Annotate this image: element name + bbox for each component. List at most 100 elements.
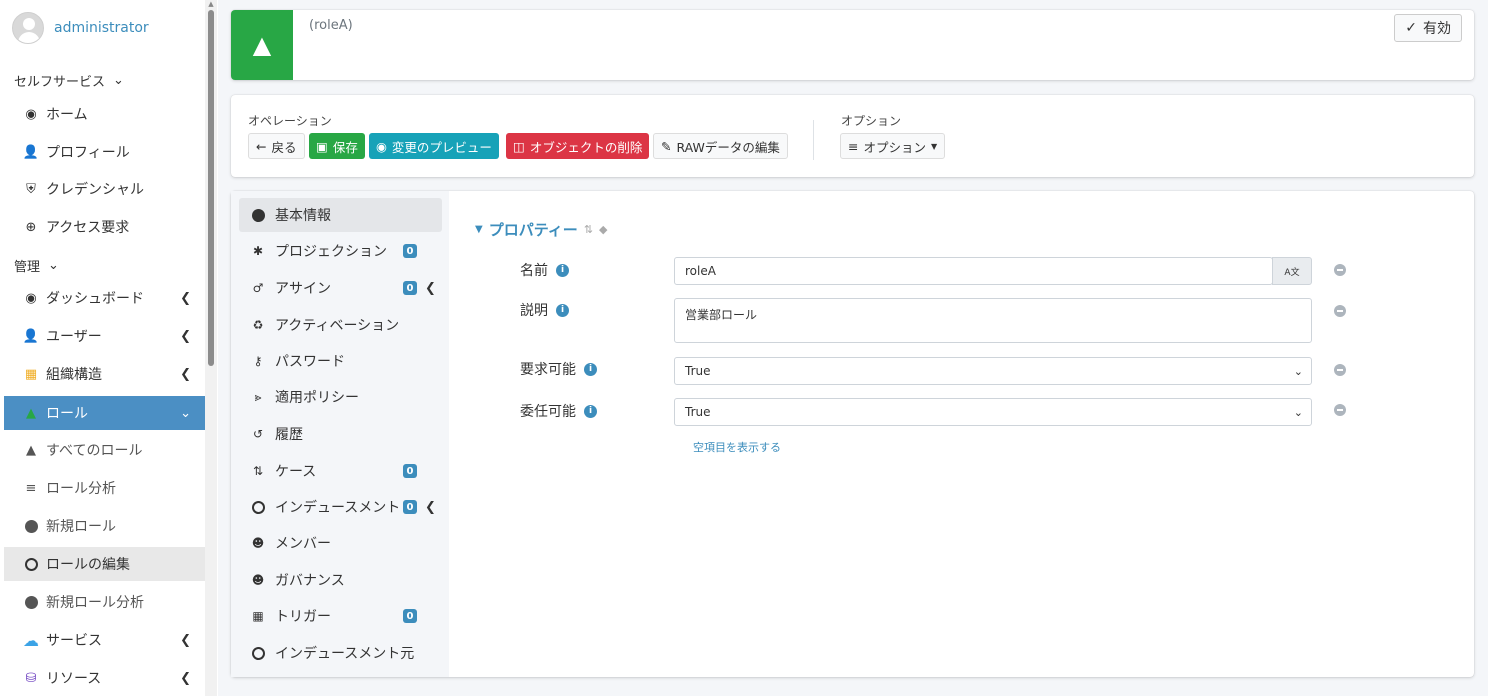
circle-icon — [24, 557, 38, 571]
sidebar-item-role-analysis[interactable]: ≡ ロール分析 — [4, 471, 205, 505]
sidebar-item-profile[interactable]: 👤 プロフィール — [4, 135, 205, 169]
tab-label: ケース — [275, 464, 317, 480]
object-header-card: ▲ (roleA) ✓ 有効 — [231, 10, 1474, 80]
tab-basic[interactable]: 基本情報 — [239, 198, 442, 232]
requestable-label: 要求可能 i — [520, 359, 597, 379]
sidebar-item-credentials[interactable]: ⛨ クレデンシャル — [4, 172, 205, 206]
tab-assignments[interactable]: ♂ アサイン 0 ❮ — [239, 271, 442, 305]
save-button[interactable]: ▣ 保存 — [309, 133, 365, 159]
delegable-select[interactable]: True ⌄ — [674, 398, 1312, 426]
users-icon: ☻ — [251, 573, 265, 587]
role-icon: ▲ — [231, 10, 293, 80]
show-empty-link[interactable]: 空項目を表示する — [693, 439, 781, 455]
sidebar-item-access-request[interactable]: ⊕ アクセス要求 — [4, 210, 205, 244]
remove-icon[interactable] — [1334, 264, 1346, 276]
chevron-down-icon: ⌄ — [48, 258, 59, 273]
user-icon: 👤 — [22, 144, 40, 160]
chevron-left-icon: ❮ — [425, 499, 436, 515]
back-label: 戻る — [271, 139, 297, 155]
remove-icon[interactable] — [1334, 305, 1346, 317]
sidebar-item-label: 新規ロール — [46, 519, 116, 535]
tab-inducements[interactable]: インデュースメント 0 ❮ — [239, 490, 442, 524]
sidebar-item-edit-role[interactable]: ロールの編集 — [4, 547, 205, 581]
circle-filled-icon — [251, 208, 265, 222]
sidebar-item-roles[interactable]: ▲ ロール ⌄ — [4, 396, 205, 430]
sidebar-item-services[interactable]: ☁ サービス ❮ — [4, 623, 205, 657]
delegable-label: 委任可能 i — [520, 401, 597, 421]
info-icon[interactable]: i — [556, 263, 569, 277]
sidebar-item-all-roles[interactable]: ▲ すべてのロール — [4, 433, 205, 467]
check-icon: ✓ — [1405, 20, 1417, 36]
plus-circle-icon — [24, 519, 38, 533]
dashboard-icon: ◉ — [25, 106, 37, 122]
tab-history[interactable]: ↺ 履歴 — [239, 417, 442, 451]
edit-raw-button[interactable]: ✎ RAWデータの編集 — [653, 133, 788, 159]
sort-icon[interactable]: ⇅ — [584, 223, 593, 236]
sidebar-item-home[interactable]: ◉ ホーム — [4, 97, 205, 131]
chevron-left-icon: ❮ — [180, 328, 191, 344]
sidebar-item-resources[interactable]: ⛁ リソース ❮ — [4, 661, 205, 695]
translate-icon[interactable]: A文 — [1272, 257, 1312, 285]
description-label: 説明 i — [520, 300, 569, 320]
tab-induced-by[interactable]: インデュースメント元 — [239, 636, 442, 670]
requestable-select[interactable]: True ⌄ — [674, 357, 1312, 385]
sidebar-item-users[interactable]: 👤 ユーザー ❮ — [4, 319, 205, 353]
info-icon[interactable]: i — [556, 303, 569, 317]
tab-activation[interactable]: ♻ アクティベーション — [239, 308, 442, 342]
delegable-value: True — [685, 405, 711, 419]
scroll-up-icon[interactable]: ▲ — [207, 0, 215, 8]
sidebar-item-dashboard[interactable]: ◉ ダッシュボード ❮ — [4, 281, 205, 315]
self-service-header-label: セルフサービス — [14, 75, 106, 90]
back-button[interactable]: ← 戻る — [248, 133, 305, 159]
caret-down-icon: ▼ — [931, 141, 938, 151]
tab-governance[interactable]: ☻ ガバナンス — [239, 563, 442, 597]
sidebar-item-new-role[interactable]: 新規ロール — [4, 509, 205, 543]
details-card: 基本情報 ✱ プロジェクション 0 ♂ アサイン 0 ❮ ♻ アクティベーション… — [231, 191, 1474, 677]
tab-members[interactable]: ☻ メンバー — [239, 526, 442, 560]
sidebar-item-label: アクセス要求 — [46, 220, 130, 236]
divider — [813, 120, 814, 160]
tab-label: インデュースメント元 — [275, 646, 415, 662]
delete-button[interactable]: ◫ オブジェクトの削除 — [506, 133, 650, 159]
field-label-text: 名前 — [520, 263, 548, 279]
tab-label: 適用ポリシー — [275, 390, 359, 406]
sidebar-item-new-role-analysis[interactable]: 新規ロール分析 — [4, 585, 205, 619]
sidebar-scrollbar[interactable]: ▲ — [205, 0, 217, 696]
chevron-down-icon: ⌄ — [1293, 364, 1303, 378]
tab-password[interactable]: ⚷ パスワード — [239, 344, 442, 378]
admin-header-label: 管理 — [14, 260, 41, 275]
scroll-thumb[interactable] — [208, 10, 214, 366]
tab-label: 基本情報 — [275, 208, 331, 224]
chevron-down-icon: ⌄ — [113, 73, 124, 88]
circle-icon — [251, 500, 265, 514]
description-textarea[interactable]: 営業部ロール — [674, 298, 1312, 343]
person-icon: ✱ — [252, 244, 264, 258]
count-badge: 0 — [403, 500, 417, 514]
admin-header[interactable]: 管理 ⌄ — [14, 256, 59, 275]
info-icon[interactable]: i — [584, 362, 597, 376]
tab-cases[interactable]: ⇅ ケース 0 — [239, 454, 442, 488]
circle-icon — [251, 646, 265, 660]
remove-icon[interactable] — [1334, 404, 1346, 416]
chevron-left-icon: ❮ — [180, 670, 191, 686]
sidebar-item-org[interactable]: ▦ 組織構造 ❮ — [4, 357, 205, 391]
self-service-header[interactable]: セルフサービス ⌄ — [14, 71, 124, 90]
user-name[interactable]: administrator — [54, 20, 149, 36]
preview-button[interactable]: ◉ 変更のプレビュー — [369, 133, 499, 159]
status-button[interactable]: ✓ 有効 — [1394, 14, 1462, 42]
tab-label: ガバナンス — [275, 573, 345, 589]
tab-label: 履歴 — [275, 427, 303, 443]
tab-projections[interactable]: ✱ プロジェクション 0 — [239, 234, 442, 268]
tag-icon[interactable]: ◆ — [599, 223, 607, 236]
tab-triggers[interactable]: ▦ トリガー 0 — [239, 599, 442, 633]
users-icon: ☻ — [251, 536, 265, 550]
preview-label: 変更のプレビュー — [391, 139, 492, 155]
remove-icon[interactable] — [1334, 364, 1346, 376]
sidebar-item-label: サービス — [46, 633, 102, 649]
user-panel[interactable]: administrator — [12, 12, 149, 44]
properties-header[interactable]: ▼ プロパティー ⇅ ◆ — [475, 219, 608, 240]
options-button[interactable]: ≡ オプション ▼ — [840, 133, 946, 159]
tab-policies[interactable]: ⪢ 適用ポリシー — [239, 380, 442, 414]
name-input[interactable]: roleA — [674, 257, 1273, 285]
info-icon[interactable]: i — [584, 404, 597, 418]
